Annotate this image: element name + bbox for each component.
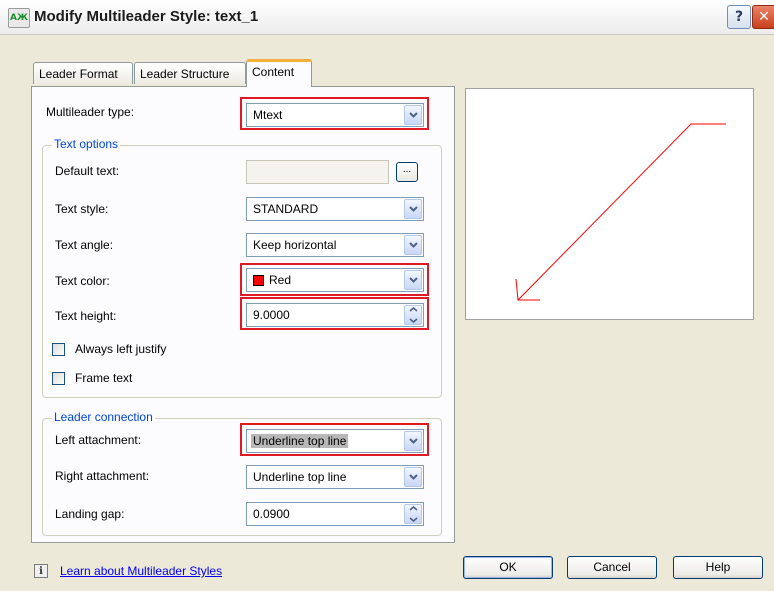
tab-leader-format-label: Leader Format [39, 67, 118, 81]
help-title-button[interactable]: ? [727, 5, 751, 29]
tab-leader-structure-label: Leader Structure [140, 67, 230, 81]
tab-content-label: Content [252, 65, 295, 79]
multileader-type-value: Mtext [253, 108, 283, 122]
frame-text-label: Frame text [75, 371, 133, 385]
window-title: Modify Multileader Style: text_1 [34, 8, 259, 25]
text-color-label: Text color: [55, 274, 110, 288]
text-options-legend: Text options [52, 137, 121, 151]
close-button[interactable]: ✕ [752, 5, 774, 29]
default-text-browse-button[interactable]: ... [396, 162, 418, 182]
landing-gap-stepper[interactable]: 0.0900 [246, 502, 424, 526]
tab-leader-format[interactable]: Leader Format [33, 62, 133, 84]
right-attachment-value: Underline top line [253, 470, 347, 484]
text-style-select[interactable]: STANDARD [246, 197, 424, 221]
landing-gap-value: 0.0900 [253, 507, 290, 521]
tab-content[interactable]: Content [246, 59, 312, 87]
left-attachment-label: Left attachment: [55, 433, 142, 447]
frame-text-checkbox[interactable] [52, 372, 65, 385]
cancel-button[interactable]: Cancel [567, 556, 657, 579]
right-attachment-label: Right attachment: [55, 469, 150, 483]
text-height-stepper[interactable]: 9.0000 [246, 303, 424, 327]
always-left-justify-label: Always left justify [75, 342, 167, 356]
app-icon-text: AЖ [10, 13, 28, 23]
chevron-down-icon[interactable] [404, 467, 422, 487]
help-button[interactable]: Help [673, 556, 763, 579]
text-color-select[interactable]: Red [246, 268, 424, 292]
leader-preview [465, 88, 754, 320]
right-attachment-select[interactable]: Underline top line [246, 465, 424, 489]
multileader-type-select[interactable]: Mtext [246, 103, 424, 127]
chevron-down-icon[interactable] [404, 199, 422, 219]
text-height-value: 9.0000 [253, 308, 290, 322]
leader-connection-legend: Leader connection [52, 410, 155, 424]
text-angle-value: Keep horizontal [253, 238, 337, 252]
text-style-value: STANDARD [253, 202, 319, 216]
chevron-down-icon[interactable] [404, 235, 422, 255]
spin-arrows-icon[interactable] [404, 305, 422, 325]
chevron-down-icon[interactable] [404, 105, 422, 125]
app-icon: AЖ [8, 8, 30, 28]
leader-arrow-icon [515, 123, 726, 301]
left-attachment-select[interactable]: Underline top line [246, 429, 424, 453]
tab-leader-structure[interactable]: Leader Structure [134, 62, 246, 84]
spin-arrows-icon[interactable] [404, 504, 422, 524]
chevron-down-icon[interactable] [404, 431, 422, 451]
left-attachment-value: Underline top line [251, 434, 349, 448]
learn-multileader-styles-link[interactable]: Learn about Multileader Styles [60, 564, 222, 578]
default-text-label: Default text: [55, 164, 120, 178]
landing-gap-label: Landing gap: [55, 507, 125, 521]
default-text-input [246, 160, 389, 184]
chevron-down-icon[interactable] [404, 270, 422, 290]
always-left-justify-checkbox[interactable] [52, 343, 65, 356]
info-icon: i [34, 564, 48, 578]
text-angle-label: Text angle: [55, 238, 114, 252]
text-style-label: Text style: [55, 202, 109, 216]
text-color-value: Red [269, 273, 292, 287]
multileader-type-label: Multileader type: [46, 105, 135, 119]
text-angle-select[interactable]: Keep horizontal [246, 233, 424, 257]
ok-button[interactable]: OK [463, 556, 553, 579]
color-swatch-icon [253, 275, 264, 286]
text-height-label: Text height: [55, 309, 117, 323]
